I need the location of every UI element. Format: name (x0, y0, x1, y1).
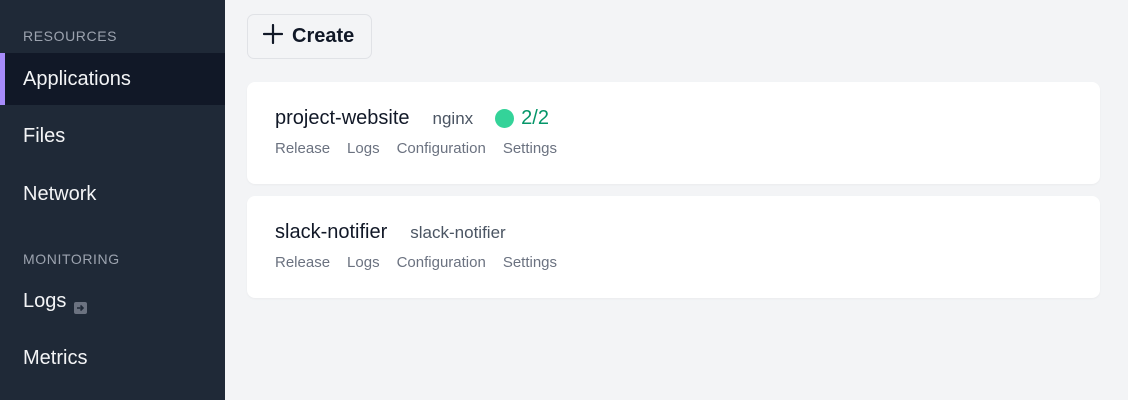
status-dot-icon (495, 109, 515, 128)
app-card: slack-notifier slack-notifier Release Lo… (247, 196, 1100, 298)
release-link[interactable]: Release (275, 254, 330, 271)
app-name[interactable]: project-website (275, 107, 410, 130)
logs-link[interactable]: Logs (347, 140, 380, 157)
sidebar-item-label: Metrics (23, 346, 88, 369)
sidebar-item-files[interactable]: Files (0, 110, 225, 162)
sidebar-item-applications[interactable]: Applications (0, 53, 225, 105)
configuration-link[interactable]: Configuration (397, 254, 486, 271)
app-image: nginx (432, 108, 474, 128)
create-button[interactable]: Create (247, 14, 373, 59)
status-badge: 2/2 (495, 107, 549, 130)
sidebar-item-metrics[interactable]: Metrics (0, 332, 225, 384)
configuration-link[interactable]: Configuration (397, 140, 486, 157)
sidebar-item-logs[interactable]: Logs (0, 275, 225, 327)
app-name[interactable]: slack-notifier (275, 221, 387, 244)
plus-icon (262, 23, 284, 50)
sidebar-item-label: Network (23, 182, 97, 205)
app-card: project-website nginx 2/2 Release Logs C… (247, 82, 1100, 184)
status-text: 2/2 (521, 107, 549, 129)
main-content: Create project-website nginx 2/2 Release… (225, 0, 1128, 400)
settings-link[interactable]: Settings (503, 254, 557, 271)
sidebar: RESOURCES Applications Files Network MON… (0, 0, 225, 400)
app-image: slack-notifier (410, 222, 506, 242)
create-button-label: Create (292, 25, 355, 47)
sidebar-item-label: Applications (23, 67, 131, 90)
release-link[interactable]: Release (275, 140, 330, 157)
section-title-monitoring: MONITORING (23, 251, 120, 267)
sidebar-item-label: Logs (23, 289, 67, 312)
sidebar-item-network[interactable]: Network (0, 168, 225, 220)
sidebar-item-label: Files (23, 124, 66, 147)
section-title-resources: RESOURCES (23, 28, 118, 44)
external-link-icon (74, 297, 88, 314)
logs-link[interactable]: Logs (347, 254, 380, 271)
settings-link[interactable]: Settings (503, 140, 557, 157)
